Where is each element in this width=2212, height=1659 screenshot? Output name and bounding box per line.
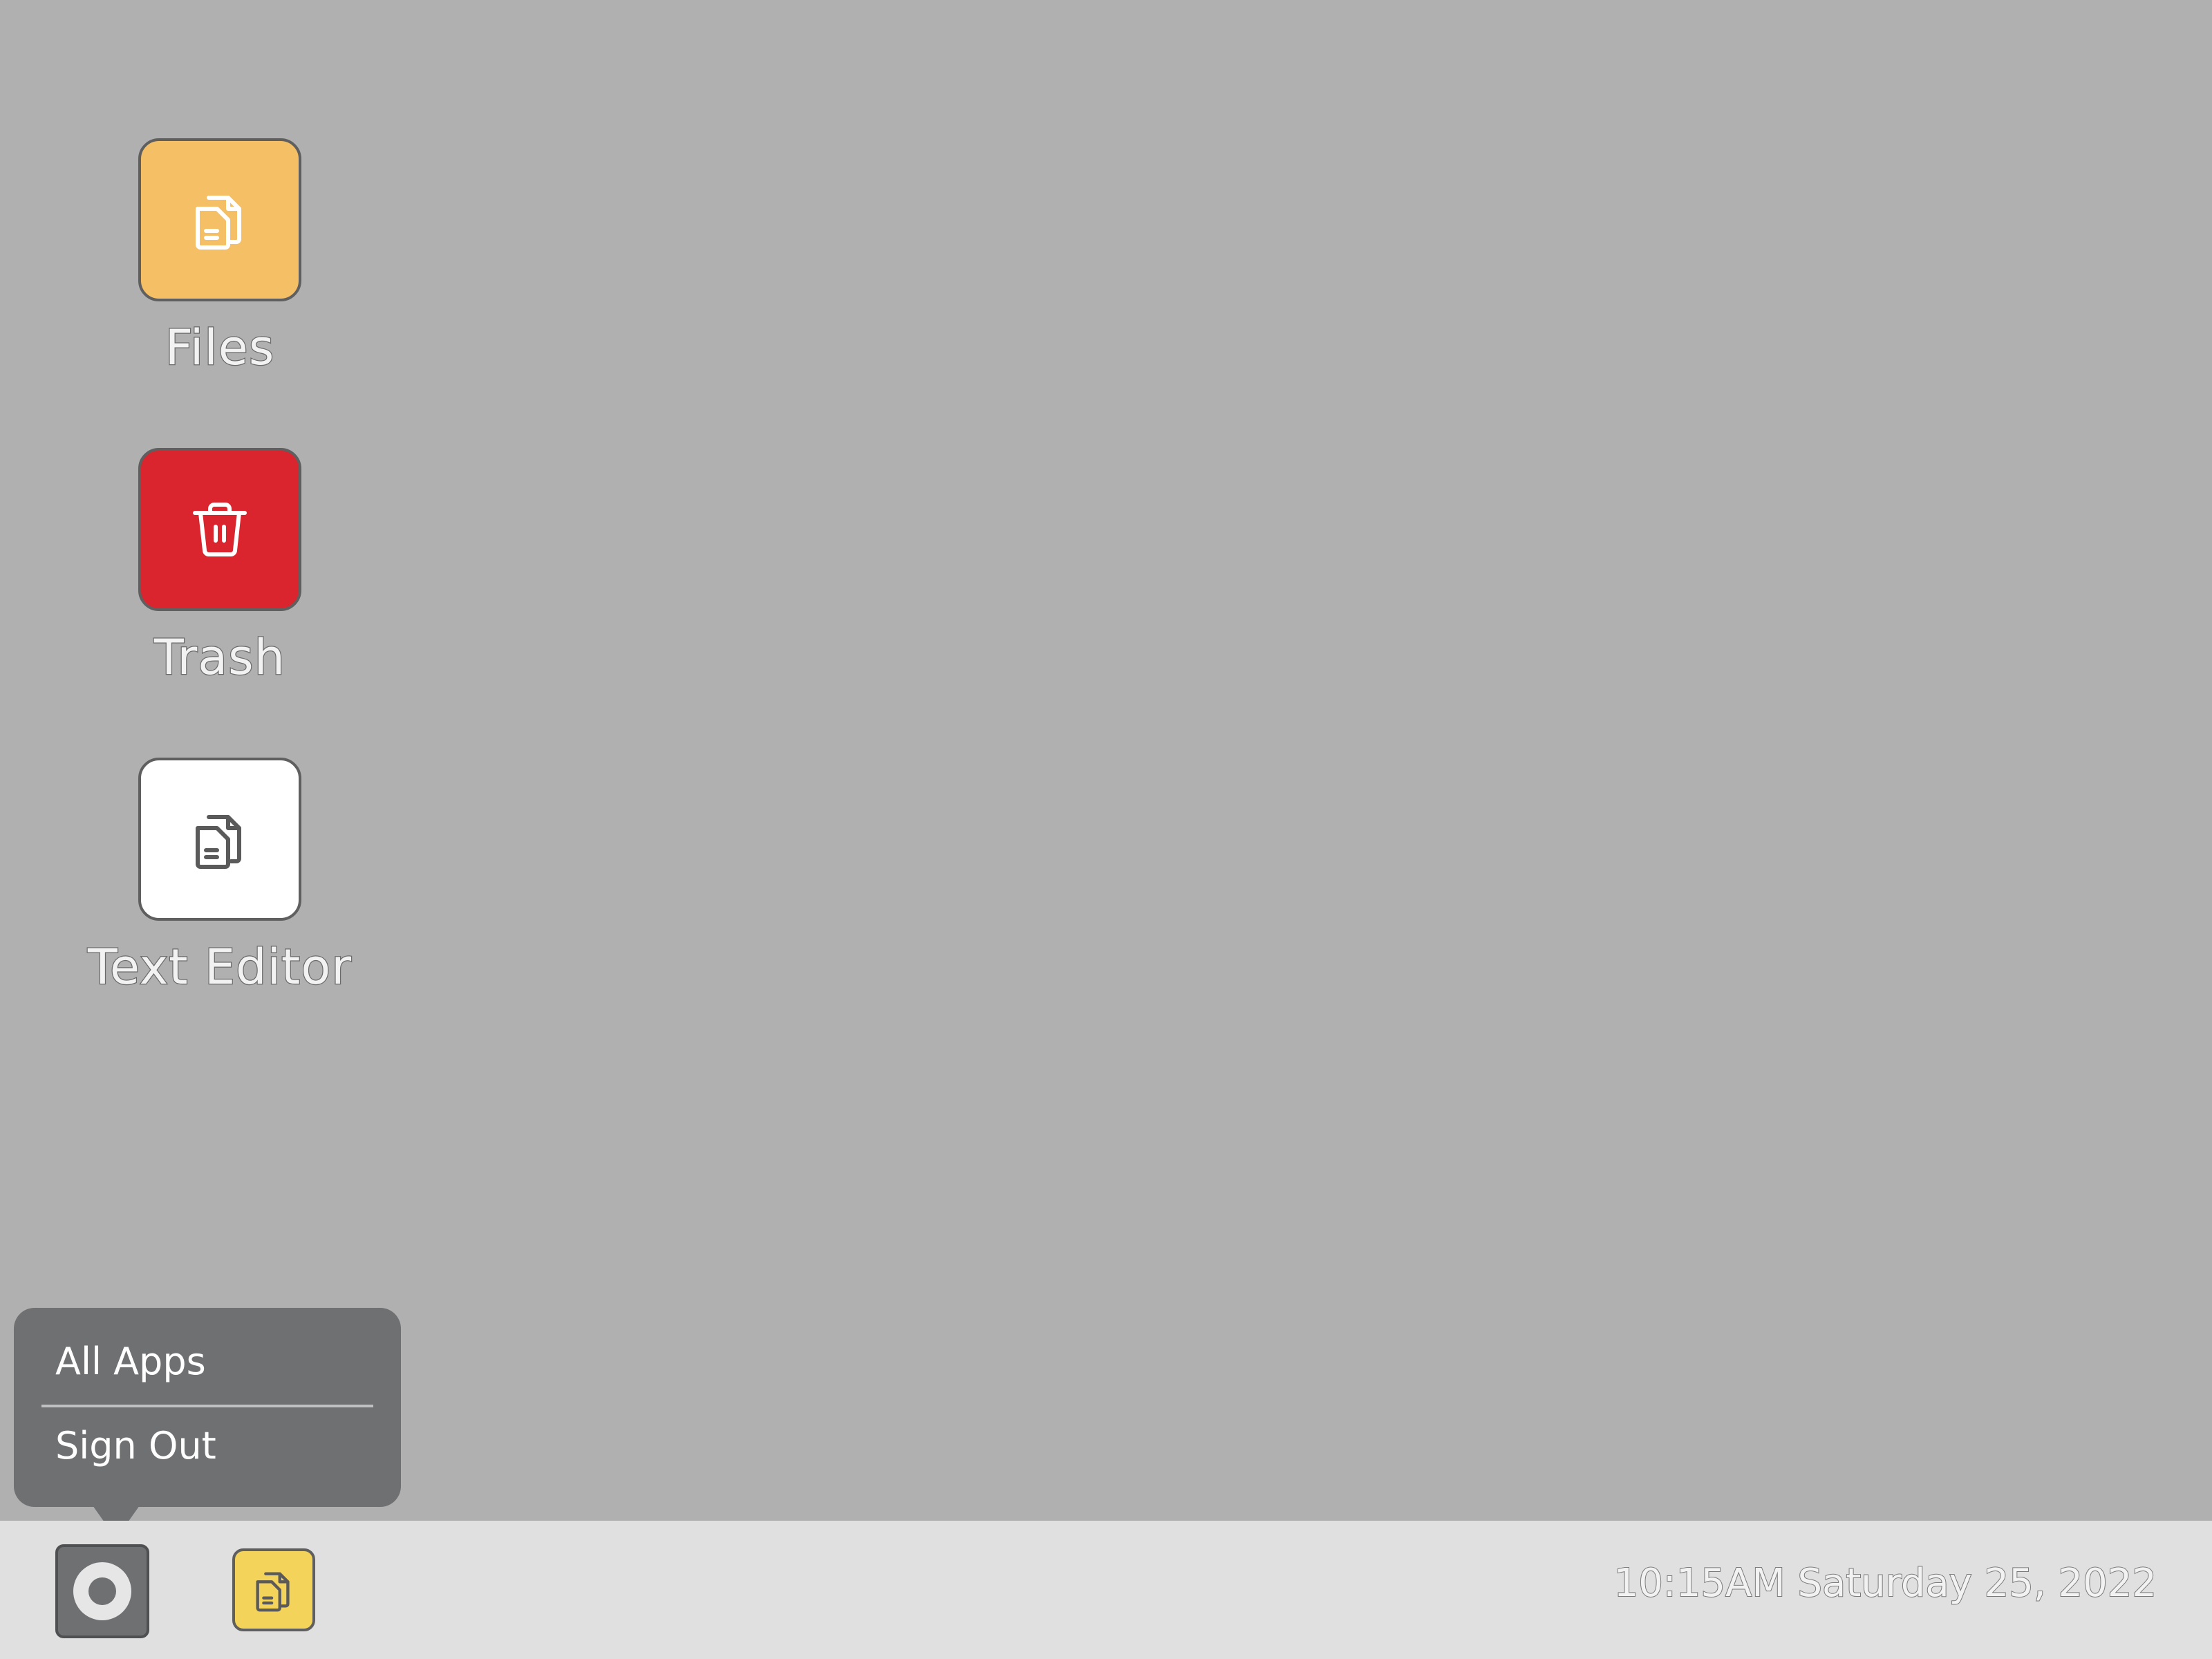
start-menu: All Apps Sign Out	[14, 1308, 401, 1539]
desktop: Files Trash Text Editor	[0, 0, 2212, 1521]
trash-icon	[193, 503, 247, 556]
desktop-icon-label: Files	[164, 319, 275, 377]
menu-item-all-apps[interactable]: All Apps	[55, 1340, 206, 1383]
desktop-icon-text-editor[interactable]: Text Editor	[0, 758, 387, 1034]
taskbar-clock: 10:15AM Saturday 25, 2022	[1613, 1560, 2157, 1606]
text-editor-tile[interactable]	[138, 758, 301, 921]
start-ring-icon	[73, 1562, 131, 1620]
files-icon	[196, 196, 241, 250]
desktop-icon-trash[interactable]: Trash	[0, 448, 387, 724]
document-icon	[256, 1572, 290, 1612]
desktop-icon-label: Trash	[153, 628, 285, 687]
taskbar: 10:15AM Saturday 25, 2022	[0, 1521, 2212, 1659]
trash-tile[interactable]	[138, 448, 301, 611]
start-button[interactable]	[55, 1544, 149, 1638]
desktop-icon-files[interactable]: Files	[0, 138, 387, 415]
desktop-icon-label: Text Editor	[87, 938, 353, 997]
menu-item-sign-out[interactable]: Sign Out	[55, 1424, 216, 1468]
files-tile[interactable]	[138, 138, 301, 301]
taskbar-app-files[interactable]	[232, 1548, 315, 1631]
menu-divider	[41, 1405, 373, 1407]
document-icon	[196, 815, 241, 869]
